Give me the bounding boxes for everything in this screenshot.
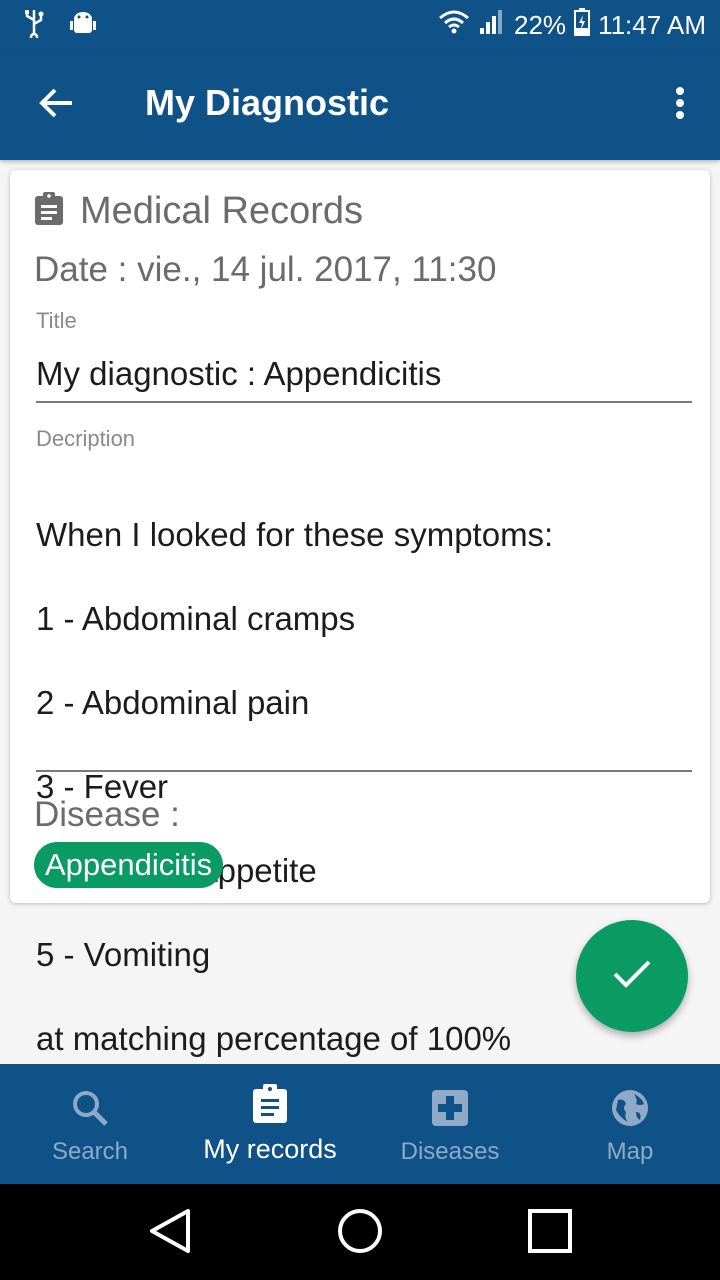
app-bar: My Diagnostic [0, 50, 720, 160]
nav-map[interactable]: Map [540, 1064, 720, 1184]
description-field-underline [36, 770, 692, 772]
record-date: Date : vie., 14 jul. 2017, 11:30 [34, 250, 497, 289]
search-icon [71, 1086, 109, 1130]
page-title: My Diagnostic [145, 82, 390, 123]
clipboard-icon [252, 1082, 288, 1126]
signal-icon [478, 8, 506, 43]
medical-cross-icon [431, 1086, 469, 1130]
battery-charging-icon [574, 8, 591, 43]
card-title: Medical Records [80, 190, 363, 232]
check-icon [612, 959, 652, 994]
nav-label: Map [606, 1138, 654, 1165]
nav-my-records[interactable]: My records [180, 1064, 360, 1184]
description-line: at matching percentage of 100% [36, 1020, 512, 1057]
card-header: Medical Records [34, 190, 363, 233]
clock: 11:47 AM [598, 10, 706, 40]
disease-label: Disease : [34, 795, 180, 834]
nav-label: Search [51, 1138, 129, 1165]
system-navigation-bar [0, 1184, 720, 1280]
title-field-label: Title [36, 308, 77, 333]
nav-label: My records [203, 1134, 337, 1164]
android-debug-icon [70, 9, 96, 42]
more-vert-icon [675, 86, 685, 125]
disease-chip[interactable]: Appendicitis [34, 842, 224, 888]
clipboard-icon [34, 192, 64, 231]
system-recents-button[interactable] [525, 1208, 575, 1258]
description-line: When I looked for these symptoms: [36, 516, 554, 553]
description-line: 2 - Abdominal pain [36, 684, 310, 721]
system-home-button[interactable] [335, 1208, 385, 1258]
status-bar: 22% 11:47 AM [0, 0, 720, 50]
nav-diseases[interactable]: Diseases [360, 1064, 540, 1184]
triangle-back-icon [148, 1208, 192, 1259]
globe-icon [610, 1086, 650, 1130]
medical-record-card: Medical Records Date : vie., 14 jul. 201… [10, 170, 710, 1057]
confirm-fab[interactable] [576, 920, 688, 1032]
back-button[interactable] [26, 80, 86, 130]
battery-text: 22% [514, 10, 567, 40]
arrow-back-icon [38, 87, 74, 124]
system-back-button[interactable] [145, 1208, 195, 1258]
wifi-icon [438, 9, 470, 42]
description-line: 1 - Abdominal cramps [36, 600, 356, 637]
nav-label: Diseases [400, 1138, 500, 1165]
circle-home-icon [337, 1208, 383, 1259]
overflow-menu-button[interactable] [660, 80, 700, 130]
usb-icon [22, 8, 46, 43]
square-recents-icon [527, 1208, 573, 1259]
description-field-label: Decription [36, 426, 136, 451]
bottom-navigation: Search My records Diseases Map [0, 1064, 720, 1184]
nav-search[interactable]: Search [0, 1064, 180, 1184]
title-field-underline [36, 401, 692, 403]
title-field[interactable]: My diagnostic : Appendicitis [36, 355, 692, 393]
